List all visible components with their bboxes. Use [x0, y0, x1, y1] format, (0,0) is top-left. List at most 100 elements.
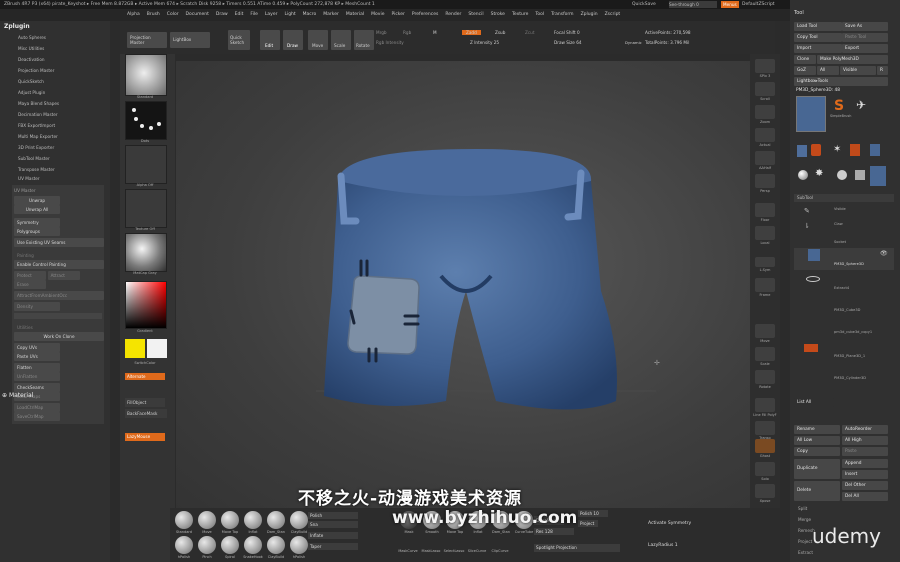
zplugin-item[interactable]: Multi Map Exporter	[0, 131, 110, 142]
activate-symmetry-button[interactable]: Activate Symmetry	[648, 521, 691, 526]
edit-button[interactable]: Edit	[260, 30, 280, 50]
scale-button[interactable]: Scale	[331, 30, 351, 50]
all-high-button[interactable]: All High	[842, 436, 888, 445]
solo-icon[interactable]	[755, 462, 775, 476]
mrgb-button[interactable]: Mrgb	[376, 30, 387, 35]
tool-thumb-pm3d[interactable]	[870, 144, 880, 156]
menu-preferences[interactable]: Preferences	[412, 9, 438, 21]
projection-master-button[interactable]: Projection Master	[127, 32, 167, 48]
zadd-button[interactable]: Zadd	[462, 30, 481, 35]
rename-button[interactable]: Rename	[794, 425, 840, 434]
brush-thumb[interactable]	[267, 511, 285, 529]
copy-subtool-button[interactable]: Copy	[794, 447, 840, 456]
save-as-button[interactable]: Save As	[842, 22, 888, 31]
zplugin-item[interactable]: SubTool Master	[0, 153, 110, 164]
zplugin-item[interactable]: QuickSketch	[0, 76, 110, 87]
zplugin-item[interactable]: Decimation Master	[0, 109, 110, 120]
switch-color-button[interactable]: SwitchColor	[125, 361, 165, 365]
mask-lasso-brush[interactable]: MaskLasso	[419, 549, 443, 553]
zplugin-item[interactable]: Deactivation	[0, 54, 110, 65]
load-ctrl-map-button[interactable]: LoadCtrlMap	[14, 403, 60, 412]
resolution-slider[interactable]: Res 128	[534, 528, 574, 535]
default-zscript[interactable]: DefaultZScript	[742, 0, 775, 9]
all-low-button[interactable]: All Low	[794, 436, 840, 445]
rgb-button[interactable]: Rgb	[403, 30, 411, 35]
tool-thumb-active[interactable]	[870, 166, 886, 186]
taper-slider[interactable]: Taper	[308, 543, 358, 550]
menu-picker[interactable]: Picker	[391, 9, 404, 21]
work-on-clone-button[interactable]: Work On Clone	[14, 332, 104, 341]
menu-zscript[interactable]: Zscript	[605, 9, 621, 21]
density-slider[interactable]: Density	[14, 302, 60, 311]
import-button[interactable]: Import	[794, 44, 842, 53]
paste-subtool-button[interactable]: Paste	[842, 447, 888, 456]
menu-file[interactable]: File	[250, 9, 258, 21]
clone-button[interactable]: Clone	[794, 55, 816, 64]
attract-button[interactable]: Attract	[47, 271, 80, 280]
actual-icon[interactable]	[755, 128, 775, 142]
sna-slider[interactable]: Sna	[308, 521, 358, 528]
star-icon[interactable]: ✶	[833, 144, 841, 155]
frame-icon[interactable]	[755, 278, 775, 292]
subtool-header[interactable]: SubTool	[794, 194, 894, 202]
copy-tool-button[interactable]: Copy Tool	[794, 33, 842, 42]
menu-stroke[interactable]: Stroke	[491, 9, 505, 21]
use-existing-uv-toggle[interactable]: Use Existing UV Seams	[14, 238, 104, 247]
zplugin-item[interactable]: Misc Utilities	[0, 43, 110, 54]
lazy-radius-slider[interactable]: LazyRadius 1	[648, 543, 678, 548]
main-color-swatch[interactable]	[125, 339, 145, 358]
project-section[interactable]: Project	[798, 539, 812, 544]
all-button[interactable]: All	[817, 66, 839, 75]
tool-thumb-cone[interactable]	[837, 170, 847, 180]
merge-section[interactable]: Merge	[798, 517, 811, 522]
subtool-item[interactable]: PM3D_Cube3D	[794, 296, 894, 318]
spix-icon[interactable]	[755, 59, 775, 73]
brush-thumb[interactable]	[175, 511, 193, 529]
checkseams-button[interactable]: CheckSeams	[14, 383, 60, 392]
lightbox-tools-button[interactable]: Lightbox▸Tools	[794, 77, 888, 86]
move-view-icon[interactable]	[755, 324, 775, 338]
delete-button[interactable]: Delete	[794, 481, 840, 501]
rotate-view-icon[interactable]	[755, 370, 775, 384]
tool-thumb-tmpoly[interactable]	[850, 144, 860, 156]
attract-ambient-button[interactable]: AttractFromAmbientOcc	[14, 291, 104, 300]
m-button[interactable]: M	[433, 30, 437, 35]
zplugin-item[interactable]: Projection Master	[0, 65, 110, 76]
flatten-button[interactable]: Flatten	[14, 363, 60, 372]
zcut-button[interactable]: Zcut	[525, 30, 534, 35]
menu-macro[interactable]: Macro	[303, 9, 317, 21]
menu-zplugin[interactable]: Zplugin	[581, 9, 598, 21]
xpose-icon[interactable]	[755, 484, 775, 498]
polymesh-star-icon[interactable]: ✸	[815, 168, 823, 179]
menu-render[interactable]: Render	[445, 9, 461, 21]
save-ctrl-map-button[interactable]: SaveCtrlMap	[14, 412, 60, 421]
polish-slider[interactable]: Polish	[308, 512, 358, 519]
menu-color[interactable]: Color	[167, 9, 179, 21]
move-button[interactable]: Move	[308, 30, 328, 50]
unflatten-button[interactable]: UnFlatten	[14, 372, 60, 381]
viewport-canvas[interactable]: ✛	[176, 61, 778, 511]
menu-alpha[interactable]: Alpha	[127, 9, 140, 21]
zsub-button[interactable]: Zsub	[495, 30, 505, 35]
enable-control-painting[interactable]: Enable Control Painting	[14, 260, 104, 269]
zplugin-item[interactable]: 3D Print Exporter	[0, 142, 110, 153]
insert-button[interactable]: Insert	[842, 470, 888, 479]
polygroups-toggle[interactable]: Polygroups	[14, 227, 60, 236]
del-other-button[interactable]: Del Other	[842, 481, 888, 490]
zplugin-item[interactable]: Maya Blend Shapes	[0, 98, 110, 109]
split-section[interactable]: Split	[798, 506, 807, 511]
menu-tool[interactable]: Tool	[535, 9, 544, 21]
brush-thumb[interactable]	[290, 511, 308, 529]
scroll-icon[interactable]	[755, 82, 775, 96]
fill-object-button[interactable]: FillObject	[125, 398, 165, 407]
make-polymesh-button[interactable]: Make PolyMesh3D	[817, 55, 888, 64]
visible-button[interactable]: Visible	[840, 66, 876, 75]
menu-draw[interactable]: Draw	[216, 9, 228, 21]
backface-mask-button[interactable]: BackFaceMask	[125, 409, 167, 418]
menu-layer[interactable]: Layer	[265, 9, 278, 21]
brush-thumb[interactable]	[221, 536, 239, 554]
subtool-item[interactable]: PM3D_Plane3D_1	[794, 340, 894, 362]
draw-button[interactable]: Draw	[283, 30, 303, 50]
zsphere-icon[interactable]: ✈	[856, 98, 866, 112]
tool-thumb-cube[interactable]	[811, 144, 821, 156]
